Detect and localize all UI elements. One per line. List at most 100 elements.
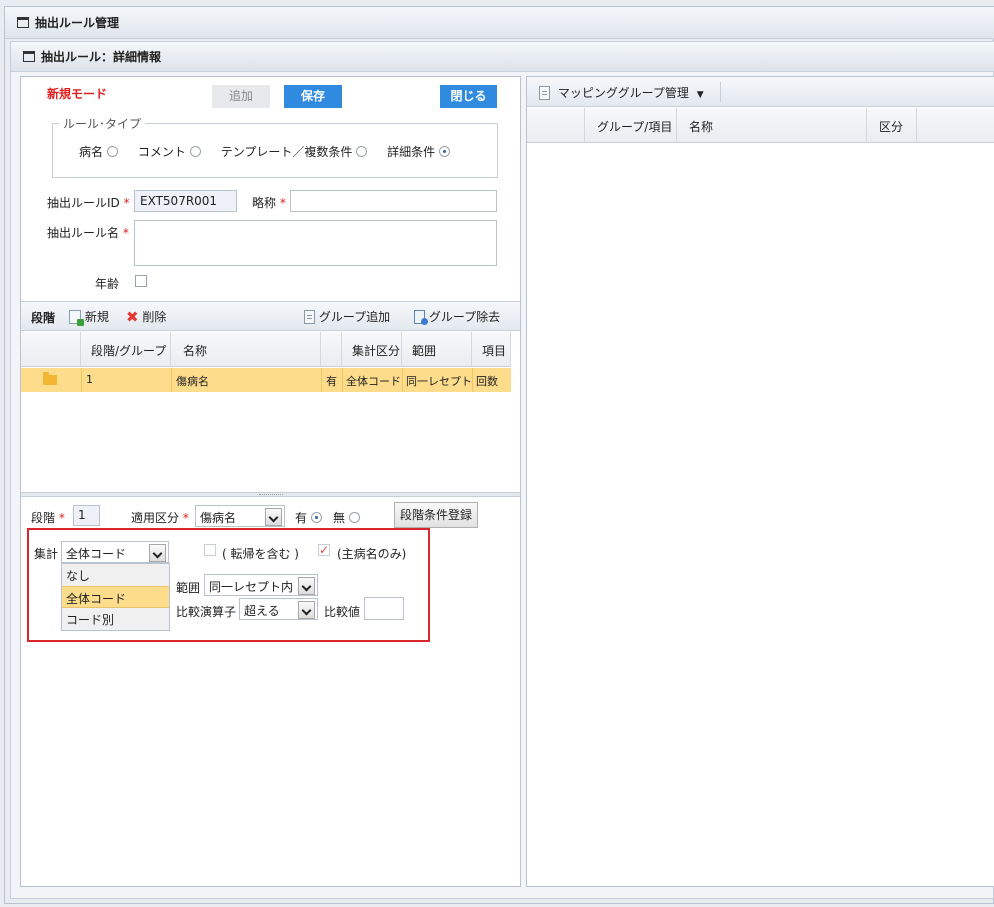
new-icon <box>69 310 84 326</box>
row-item: 回数 <box>472 368 511 392</box>
mapping-menu-button[interactable]: マッピンググループ管理 ▼ <box>539 84 704 101</box>
rule-id-field[interactable]: EXT507R001 <box>134 190 237 212</box>
group-remove-button[interactable]: グループ除去 <box>414 308 500 325</box>
rule-type-template[interactable]: テンプレート／複数条件 <box>221 145 368 159</box>
age-checkbox[interactable] <box>135 275 147 287</box>
grid-col-icon <box>21 332 81 367</box>
age-label: 年齢 <box>95 277 120 291</box>
grid-col-stage[interactable]: 段階/グループ <box>81 332 171 367</box>
stage-delete-label: 削除 <box>142 310 167 324</box>
rule-type-label: テンプレート／複数条件 <box>220 145 353 159</box>
mapping-col-kubun[interactable]: 区分 <box>867 108 917 143</box>
yes-label: 有 <box>295 511 308 525</box>
window-title: 抽出ルール管理 <box>35 16 120 30</box>
rule-type-group: 病名 コメント テンプレート／複数条件 詳細条件 <box>79 143 451 160</box>
grid-col-name[interactable]: 名称 <box>171 332 321 367</box>
mode-label: 新規モード <box>47 87 108 101</box>
transfer-checkbox[interactable] <box>204 544 216 556</box>
rule-type-detail[interactable]: 詳細条件 <box>387 145 451 159</box>
mapping-col-icon <box>527 108 585 143</box>
stage-toolbar: 段階 新規 ✖ 削除 グループ追加 グループ除去 <box>21 301 520 331</box>
radio-selected-icon <box>439 146 451 157</box>
group-remove-icon <box>414 310 428 325</box>
rule-name-field[interactable] <box>134 220 497 266</box>
row-agg: 全体コード <box>342 368 402 392</box>
splitter-grip <box>259 494 283 495</box>
rule-type-byomei[interactable]: 病名 <box>79 145 119 159</box>
range-select-value: 同一レセプト内 <box>209 580 294 594</box>
range-label: 範囲 <box>176 581 201 595</box>
op-label: 比較演算子 <box>176 605 237 619</box>
mapping-menu-label: マッピンググループ管理 <box>557 86 689 100</box>
detail-title: 抽出ルール：詳細情報 <box>41 50 162 64</box>
group-remove-label: グループ除去 <box>428 310 501 324</box>
stage-new-button[interactable]: 新規 <box>69 308 109 326</box>
panel-splitter[interactable] <box>21 492 520 497</box>
agg-label: 集計 <box>34 547 59 561</box>
rule-id-label: 抽出ルールID * <box>47 194 130 211</box>
register-stage-condition-button[interactable]: 段階条件登録 <box>394 502 478 528</box>
stage-grid-header: 段階/グループ 名称 集計区分 範囲 項目 <box>21 332 511 367</box>
close-button[interactable]: 閉じる <box>440 85 497 108</box>
agg-option-all-code[interactable]: 全体コード <box>62 586 169 608</box>
apply-select[interactable]: 傷病名 <box>195 505 285 527</box>
agg-select-value: 全体コード <box>66 547 127 561</box>
grid-col-agg[interactable]: 集計区分 <box>342 332 402 367</box>
grid-col-item[interactable]: 項目 <box>472 332 511 367</box>
apply-no-radio[interactable]: 無 <box>333 509 361 526</box>
table-row[interactable]: 1 傷病名 有 全体コード 同一レセプト 回数 <box>21 368 511 392</box>
save-button[interactable]: 保存 <box>284 85 342 108</box>
range-select[interactable]: 同一レセプト内 <box>204 574 318 596</box>
group-add-button[interactable]: グループ追加 <box>304 308 390 325</box>
grid-col-range[interactable]: 範囲 <box>402 332 472 367</box>
apply-yes-radio[interactable]: 有 <box>295 509 323 526</box>
rule-name-label-text: 抽出ルール名 <box>47 226 120 240</box>
agg-select[interactable]: 全体コード <box>61 541 169 563</box>
rule-type-label: 詳細条件 <box>387 145 436 159</box>
apply-label-text: 適用区分 <box>131 511 180 525</box>
compare-label: 比較値 <box>324 605 361 619</box>
chevron-down-icon <box>265 508 282 526</box>
apply-select-value: 傷病名 <box>200 511 237 525</box>
mapping-col-group[interactable]: グループ/項目 <box>585 108 677 143</box>
transfer-label: ( 転帰を含む ) <box>222 547 299 561</box>
rule-type-comment[interactable]: コメント <box>138 145 201 159</box>
main-only-label: (主病名のみ) <box>337 547 407 561</box>
compare-value-field[interactable] <box>364 597 404 620</box>
abbrev-label: 略称 * <box>252 194 286 211</box>
rule-detail-panel: 新規モード 追加 保存 閉じる ルール･タイプ 病名 コメント テンプレート／複… <box>20 76 521 887</box>
agg-option-by-code[interactable]: コード別 <box>62 608 169 630</box>
detail-titlebar: 抽出ルール：詳細情報 <box>11 42 994 72</box>
radio-icon <box>107 146 119 157</box>
abbrev-label-text: 略称 <box>252 196 277 210</box>
stage-new-label: 新規 <box>84 310 109 324</box>
mapping-toolbar: マッピンググループ管理 ▼ <box>527 77 994 107</box>
check-icon: ✓ <box>319 543 330 557</box>
required-mark: * <box>122 226 129 240</box>
detail-window-icon <box>23 51 35 62</box>
radio-icon <box>189 146 201 157</box>
mapping-grid-header: グループ/項目 名称 区分 <box>527 108 994 143</box>
caret-down-icon: ▼ <box>696 90 704 100</box>
folder-icon <box>43 372 57 388</box>
mapping-group-panel: マッピンググループ管理 ▼ グループ/項目 名称 区分 <box>526 76 994 887</box>
apply-label: 適用区分 * <box>131 509 189 526</box>
rule-type-label: 病名 <box>79 145 104 159</box>
stage-number-field[interactable]: 1 <box>73 505 100 526</box>
add-button[interactable]: 追加 <box>212 85 270 108</box>
mapping-col-name[interactable]: 名称 <box>677 108 867 143</box>
grid-col-flag[interactable] <box>321 332 342 367</box>
required-mark: * <box>58 511 65 525</box>
chevron-down-icon <box>298 577 315 595</box>
op-select[interactable]: 超える <box>239 598 318 620</box>
agg-option-none[interactable]: なし <box>62 564 169 586</box>
stage-delete-button[interactable]: ✖ 削除 <box>126 308 166 326</box>
page-icon <box>539 86 550 100</box>
no-label: 無 <box>333 511 346 525</box>
abbrev-field[interactable] <box>290 190 497 212</box>
stage-label-text: 段階 <box>31 511 56 525</box>
main-only-checkbox[interactable]: ✓ <box>318 544 330 556</box>
radio-selected-icon <box>311 512 323 523</box>
row-range: 同一レセプト <box>402 368 472 392</box>
stage-label: 段階 * <box>31 509 65 526</box>
